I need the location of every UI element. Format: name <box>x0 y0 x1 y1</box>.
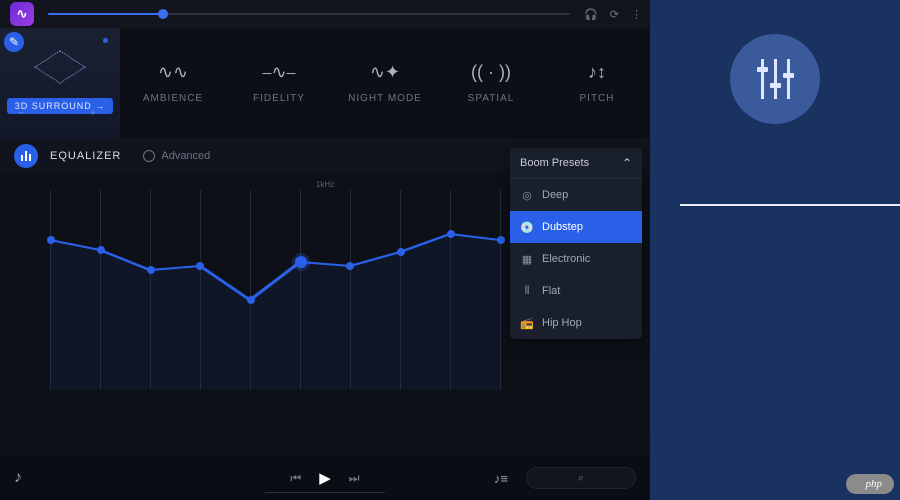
equalizer-title: EQUALIZER <box>50 150 121 162</box>
eq-band-thumb[interactable] <box>47 236 55 244</box>
effects-row: ✎ − + 3D SURROUND → ∿∿ AMBIENCE ⎯∿⎯ FIDE… <box>0 28 650 138</box>
pulse-icon: ⎯∿⎯ <box>262 62 295 83</box>
eq-band-thumb[interactable] <box>295 256 307 268</box>
cube-icon <box>34 50 85 83</box>
audio-app: ∿ 🎧 ⟳ ⋮ ✎ − + 3D SURROUND → ∿∿ AMBIENCE … <box>0 0 650 500</box>
effect-ambience[interactable]: ∿∿ AMBIENCE <box>120 28 226 138</box>
advanced-toggle[interactable]: Advanced <box>143 150 210 162</box>
preset-label: Dubstep <box>542 221 583 233</box>
track-progress[interactable] <box>265 492 385 493</box>
queue-button[interactable]: ♪≡ <box>494 471 508 486</box>
side-panel <box>650 0 900 500</box>
effect-label: FIDELITY <box>253 93 305 104</box>
chevron-up-icon: ⌃ <box>622 156 632 170</box>
spatial-icon: (( · )) <box>471 62 511 83</box>
eq-band-slider[interactable] <box>450 190 451 390</box>
eq-band-thumb[interactable] <box>247 296 255 304</box>
eq-band-slider[interactable] <box>200 190 201 390</box>
player-bar: ♪ ⏮ ▶ ⏭ ♪≡ ⌕ <box>0 456 650 500</box>
effect-3d-surround[interactable]: ✎ − + 3D SURROUND → <box>0 28 120 138</box>
watermark: php <box>846 474 895 494</box>
top-bar: ∿ 🎧 ⟳ ⋮ <box>0 0 650 28</box>
headphones-icon[interactable]: 🎧 <box>584 8 598 21</box>
preset-label: Electronic <box>542 253 590 265</box>
eq-band-slider[interactable] <box>400 190 401 390</box>
eq-band-thumb[interactable] <box>497 236 505 244</box>
presets-panel: Boom Presets ⌃ ◎ Deep 💿 Dubstep ▦ Electronic ⦀… <box>510 148 642 339</box>
advanced-label: Advanced <box>161 150 210 162</box>
app-logo[interactable]: ∿ <box>10 2 34 26</box>
eq-band-slider[interactable] <box>50 190 51 390</box>
effect-label: SPATIAL <box>468 93 515 104</box>
eq-band-slider[interactable] <box>250 190 251 390</box>
equalizer-icon <box>21 151 31 161</box>
pitch-icon: ♪↕ <box>588 62 606 83</box>
eq-band-slider[interactable] <box>350 190 351 390</box>
preset-label: Hip Hop <box>542 317 582 329</box>
seek-thumb[interactable] <box>158 9 168 19</box>
preset-item-electronic[interactable]: ▦ Electronic <box>510 243 642 275</box>
waves-icon: ∿∿ <box>158 62 188 83</box>
eq-band-thumb[interactable] <box>447 230 455 238</box>
preset-item-flat[interactable]: ⦀ Flat <box>510 275 642 307</box>
feather-icon: ✎ <box>4 32 24 52</box>
eq-band-thumb[interactable] <box>147 266 155 274</box>
effect-pitch[interactable]: ♪↕ PITCH <box>544 28 650 138</box>
effect-fidelity[interactable]: ⎯∿⎯ FIDELITY <box>226 28 332 138</box>
active-indicator <box>103 38 108 43</box>
night-wave-icon: ∿✦ <box>370 62 400 83</box>
preset-item-hip-hop[interactable]: 📻 Hip Hop <box>510 307 642 339</box>
preset-icon: 📻 <box>520 316 534 330</box>
search-icon: ⌕ <box>578 472 584 485</box>
equalizer-app-icon <box>730 34 820 124</box>
play-button[interactable]: ▶ <box>319 469 331 487</box>
divider-line <box>680 204 900 206</box>
presets-title: Boom Presets <box>520 157 589 169</box>
eq-band-slider[interactable] <box>300 190 301 390</box>
effect-label: AMBIENCE <box>143 93 203 104</box>
preset-item-dubstep[interactable]: 💿 Dubstep <box>510 211 642 243</box>
surround-plus[interactable]: + <box>90 108 96 119</box>
radio-off-icon <box>143 150 155 162</box>
preset-icon: ◎ <box>520 188 534 202</box>
preset-label: Deep <box>542 189 568 201</box>
preset-icon: 💿 <box>520 220 534 234</box>
prev-button[interactable]: ⏮ <box>290 471 301 486</box>
eq-band-slider[interactable] <box>500 190 501 390</box>
eq-band-thumb[interactable] <box>196 262 204 270</box>
surround-minus[interactable]: − <box>18 108 24 119</box>
refresh-icon[interactable]: ⟳ <box>610 8 619 21</box>
now-playing-icon[interactable]: ♪ <box>14 469 22 487</box>
center-freq-label: 1kHz <box>316 180 334 189</box>
eq-band-thumb[interactable] <box>397 248 405 256</box>
effect-spatial[interactable]: (( · )) SPATIAL <box>438 28 544 138</box>
eq-band-slider[interactable] <box>150 190 151 390</box>
preset-label: Flat <box>542 285 560 297</box>
eq-band-thumb[interactable] <box>97 246 105 254</box>
next-button[interactable]: ⏭ <box>349 471 360 486</box>
eq-band-thumb[interactable] <box>346 262 354 270</box>
search-button[interactable]: ⌕ <box>526 467 636 489</box>
seek-slider[interactable] <box>48 7 570 21</box>
effect-label: PITCH <box>580 93 615 104</box>
preset-item-deep[interactable]: ◎ Deep <box>510 179 642 211</box>
equalizer-grid <box>50 190 500 390</box>
effect-night-mode[interactable]: ∿✦ NIGHT MODE <box>332 28 438 138</box>
presets-header[interactable]: Boom Presets ⌃ <box>510 148 642 179</box>
effect-label: NIGHT MODE <box>348 93 422 104</box>
more-icon[interactable]: ⋮ <box>631 8 640 21</box>
equalizer-toggle[interactable] <box>14 144 38 168</box>
sliders-icon <box>761 59 790 99</box>
eq-band-slider[interactable] <box>100 190 101 390</box>
player-controls: ⏮ ▶ ⏭ <box>290 469 359 487</box>
preset-icon: ▦ <box>520 252 534 266</box>
preset-icon: ⦀ <box>520 284 534 298</box>
